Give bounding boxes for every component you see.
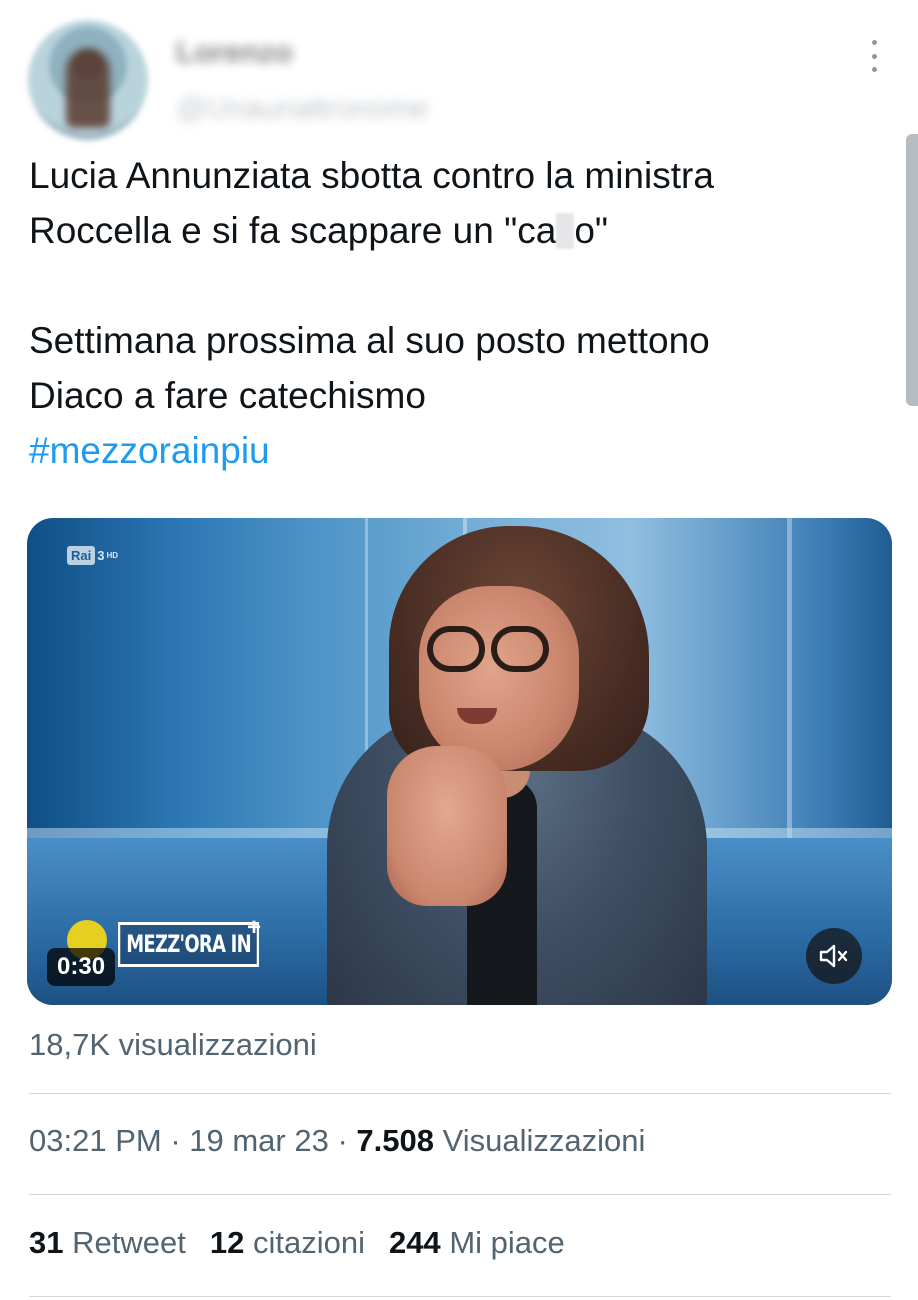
show-logo-plus: +	[247, 914, 262, 941]
video-view-count: 18,7K visualizzazioni	[29, 1027, 317, 1062]
scrollbar[interactable]	[906, 134, 918, 406]
presenter-face	[419, 586, 579, 771]
mute-button[interactable]	[806, 928, 862, 984]
divider	[29, 1194, 891, 1195]
channel-logo-rai: Rai	[67, 546, 96, 565]
user-handle[interactable]: @Unaunaltronome	[176, 92, 428, 126]
retweets-count: 31	[29, 1225, 64, 1260]
retweets-stat[interactable]: 31 Retweet	[29, 1225, 186, 1260]
separator: ·	[161, 1123, 190, 1158]
user-name[interactable]: Lorenzo	[176, 36, 293, 70]
divider	[29, 1296, 891, 1297]
dot	[871, 53, 877, 59]
more-options-icon[interactable]	[860, 36, 888, 76]
divider	[29, 1093, 891, 1094]
quotes-count: 12	[209, 1225, 245, 1260]
tweet-time[interactable]: 03:21 PM	[29, 1123, 162, 1158]
channel-logo-hd: HD	[106, 551, 119, 560]
tweet-date[interactable]: 19 mar 23	[189, 1123, 329, 1158]
tweet-metadata: 03:21 PM · 19 mar 23 · 7.508 Visualizzaz…	[29, 1123, 645, 1159]
avatar-figure	[66, 48, 110, 128]
dot	[871, 40, 877, 45]
video-duration: 0:30	[47, 948, 116, 986]
views-count: 7.508	[356, 1123, 434, 1158]
engagement-stats: 31 Retweet 12 citazioni 244 Mi piace	[29, 1225, 589, 1261]
channel-logo-number: 3	[97, 548, 105, 563]
show-logo: MEZZ'ORA IN	[118, 922, 260, 967]
views-label: Visualizzazioni	[442, 1123, 646, 1158]
presenter-hands	[387, 746, 507, 906]
tweet-header: Lorenzo @Unaunaltronome	[0, 0, 918, 140]
separator: ·	[328, 1123, 357, 1158]
hashtag-link[interactable]: #mezzorainpiu	[29, 423, 270, 478]
dot	[871, 67, 877, 72]
tweet-paragraph-2: Settimana prossima al suo posto mettono …	[29, 320, 710, 416]
channel-logo: Rai 3 HD	[67, 546, 118, 565]
censor-blur	[556, 213, 575, 249]
likes-stat[interactable]: 244 Mi piace	[389, 1225, 565, 1260]
speaker-muted-icon	[819, 944, 848, 968]
video-player[interactable]: Rai 3 HD MEZZ'ORA IN + 0:30	[27, 518, 892, 1005]
tweet-text: Lucia Annunziata sbotta contro la minist…	[29, 148, 889, 423]
tweet-line-1: Lucia Annunziata sbotta contro la minist…	[29, 155, 714, 196]
tweet-line-2-prefix: Roccella e si fa scappare un "ca	[29, 210, 557, 251]
presenter-glasses	[491, 626, 549, 672]
likes-label: Mi piace	[449, 1225, 565, 1260]
likes-count: 244	[388, 1225, 441, 1260]
quotes-stat[interactable]: 12 citazioni	[210, 1225, 365, 1260]
quotes-label: citazioni	[252, 1225, 365, 1260]
retweets-label: Retweet	[72, 1225, 186, 1260]
studio-backdrop-line	[787, 518, 792, 848]
tweet-line-2-suffix: o"	[574, 210, 609, 251]
presenter-glasses	[427, 626, 485, 672]
